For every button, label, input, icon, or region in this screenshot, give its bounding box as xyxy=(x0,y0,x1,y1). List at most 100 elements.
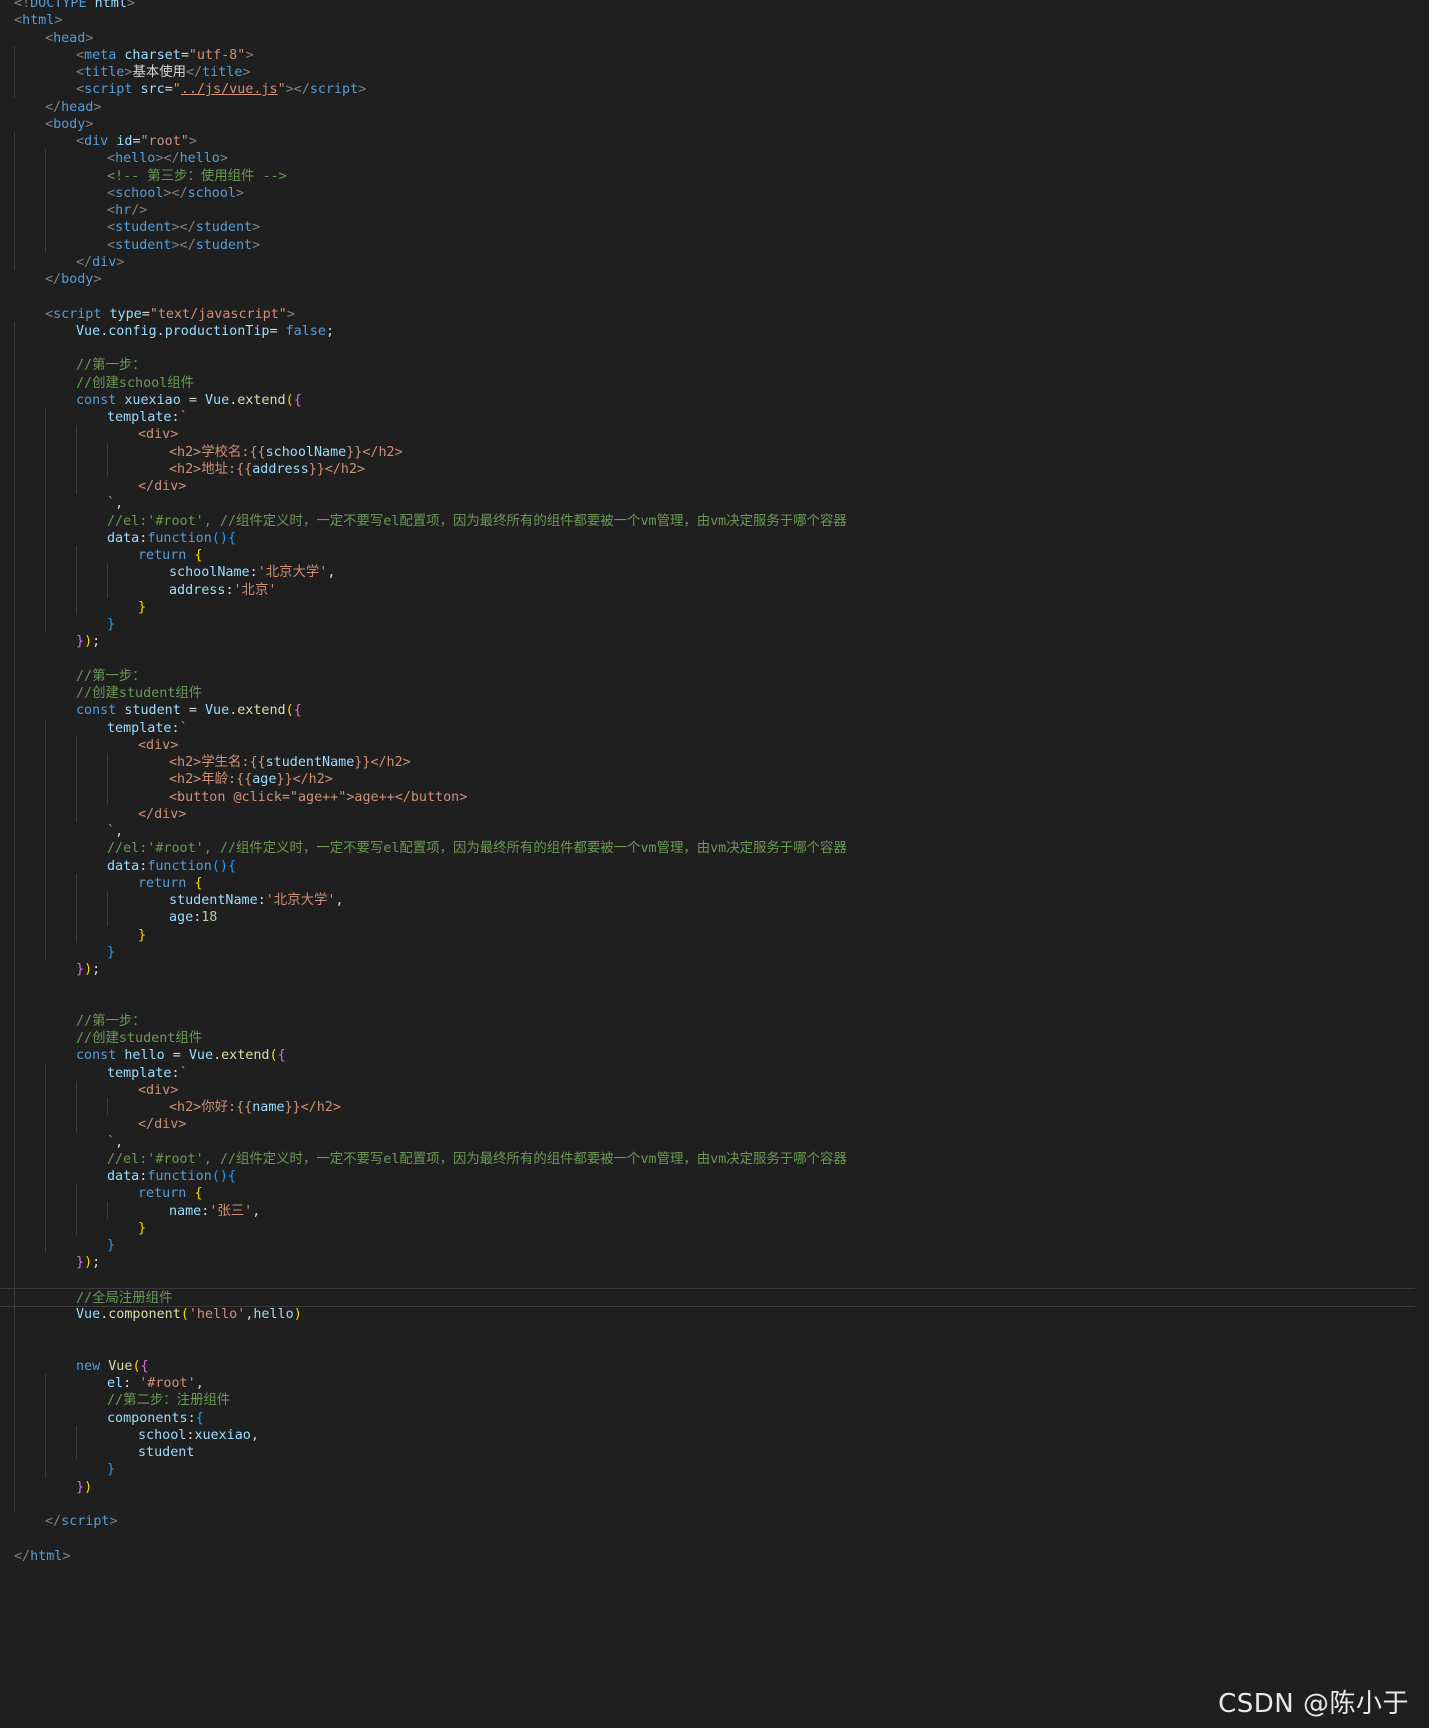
code-line[interactable]: //创建school组件 xyxy=(0,374,1429,393)
code-line[interactable]: <hr/> xyxy=(0,201,1429,220)
code-line[interactable]: //创建student组件 xyxy=(0,1029,1429,1048)
code-line[interactable]: <h2>你好:{{name}}</h2> xyxy=(0,1098,1429,1117)
code-line[interactable] xyxy=(0,1529,1429,1548)
code-line[interactable]: <body> xyxy=(0,115,1429,134)
code-line[interactable]: `, xyxy=(0,494,1429,513)
code-line[interactable]: el: '#root', xyxy=(0,1374,1429,1393)
code-token: . xyxy=(213,1048,222,1064)
code-line[interactable]: <div> xyxy=(0,425,1429,444)
code-token: < xyxy=(45,306,54,322)
code-line[interactable]: </head> xyxy=(0,98,1429,117)
code-line[interactable]: const student = Vue.extend({ xyxy=(0,701,1429,720)
code-line[interactable]: components:{ xyxy=(0,1409,1429,1428)
code-line[interactable]: <h2>年龄:{{age}}</h2> xyxy=(0,770,1429,789)
code-line[interactable]: <!-- 第三步：使用组件 --> xyxy=(0,167,1429,186)
code-line[interactable]: </body> xyxy=(0,270,1429,289)
code-line[interactable]: //el:'#root', //组件定义时，一定不要写el配置项，因为最终所有的… xyxy=(0,1150,1429,1169)
code-line[interactable]: } xyxy=(0,615,1429,634)
code-line[interactable]: } xyxy=(0,1460,1429,1479)
code-line[interactable]: } xyxy=(0,1219,1429,1238)
code-line[interactable]: new Vue({ xyxy=(0,1357,1429,1376)
code-line[interactable]: template:` xyxy=(0,1064,1429,1083)
code-line[interactable]: template:` xyxy=(0,408,1429,427)
code-line[interactable]: //el:'#root', //组件定义时，一定不要写el配置项，因为最终所有的… xyxy=(0,512,1429,531)
code-line[interactable]: //创建student组件 xyxy=(0,684,1429,703)
code-line[interactable]: //第一步： xyxy=(0,667,1429,686)
code-line[interactable]: return { xyxy=(0,546,1429,565)
code-line[interactable]: `, xyxy=(0,822,1429,841)
code-token: '#root' xyxy=(139,1376,196,1391)
code-line[interactable]: studentName:'北京大学', xyxy=(0,891,1429,910)
code-line[interactable]: age:18 xyxy=(0,908,1429,927)
code-line[interactable] xyxy=(0,1495,1429,1514)
code-line[interactable]: </script> xyxy=(0,1512,1429,1531)
code-line[interactable]: <student></student> xyxy=(0,218,1429,237)
code-line[interactable]: </div> xyxy=(0,477,1429,496)
code-line[interactable] xyxy=(0,1271,1429,1290)
code-line[interactable]: <meta charset="utf-8"> xyxy=(0,46,1429,65)
code-line[interactable]: <div id="root"> xyxy=(0,132,1429,151)
code-line[interactable]: <hello></hello> xyxy=(0,149,1429,168)
code-line[interactable]: //全局注册组件 xyxy=(0,1287,1415,1307)
code-line[interactable]: Vue.config.productionTip= false; xyxy=(0,322,1429,341)
code-line[interactable]: }); xyxy=(0,632,1429,651)
code-line[interactable]: //el:'#root', //组件定义时，一定不要写el配置项，因为最终所有的… xyxy=(0,839,1429,858)
code-line[interactable]: data:function(){ xyxy=(0,529,1429,548)
code-token: > xyxy=(54,13,63,29)
code-line[interactable]: //第一步： xyxy=(0,1012,1429,1031)
code-line[interactable]: <script src="../js/vue.js"></script> xyxy=(0,80,1429,99)
code-line[interactable]: return { xyxy=(0,1184,1429,1203)
code-line[interactable]: </div> xyxy=(0,253,1429,272)
code-line[interactable]: <h2>学校名:{{schoolName}}</h2> xyxy=(0,443,1429,462)
code-line[interactable]: schoolName:'北京大学', xyxy=(0,563,1429,582)
code-line[interactable]: <script type="text/javascript"> xyxy=(0,305,1429,324)
code-line[interactable]: `, xyxy=(0,1133,1429,1152)
code-line[interactable] xyxy=(0,339,1429,358)
code-line[interactable]: //第一步： xyxy=(0,356,1429,375)
code-line[interactable] xyxy=(0,977,1429,996)
code-line[interactable] xyxy=(0,995,1429,1014)
code-line[interactable]: template:` xyxy=(0,719,1429,738)
code-line[interactable]: data:function(){ xyxy=(0,1167,1429,1186)
code-line[interactable]: <h2>学生名:{{studentName}}</h2> xyxy=(0,753,1429,772)
code-line[interactable]: <div> xyxy=(0,1081,1429,1100)
code-line[interactable]: } xyxy=(0,926,1429,945)
code-line[interactable]: <school></school> xyxy=(0,184,1429,203)
code-editor[interactable]: <!DOCTYPE html> <html> <head> <meta charset… xyxy=(0,0,1429,1728)
code-line[interactable]: </div> xyxy=(0,805,1429,824)
code-line[interactable]: <h2>地址:{{address}}</h2> xyxy=(0,460,1429,479)
code-token: } xyxy=(138,927,147,943)
code-token: head xyxy=(61,99,94,115)
code-line[interactable] xyxy=(0,287,1429,306)
code-token: div xyxy=(84,134,109,149)
code-line[interactable]: }); xyxy=(0,960,1429,979)
code-token: { xyxy=(227,858,236,874)
code-token: schoolName xyxy=(265,444,347,460)
code-line[interactable]: Vue.component('hello',hello) xyxy=(0,1305,1429,1324)
code-line[interactable]: address:'北京' xyxy=(0,581,1429,600)
code-line[interactable] xyxy=(0,650,1429,669)
code-line[interactable]: const hello = Vue.extend({ xyxy=(0,1046,1429,1065)
code-line[interactable]: }); xyxy=(0,1253,1429,1272)
code-line[interactable]: school:xuexiao, xyxy=(0,1426,1429,1445)
code-line[interactable]: <title>基本使用</title> xyxy=(0,63,1429,82)
code-line[interactable]: }) xyxy=(0,1478,1429,1497)
code-line[interactable]: <student></student> xyxy=(0,236,1429,255)
code-line[interactable]: name:'张三', xyxy=(0,1202,1429,1221)
code-line[interactable]: data:function(){ xyxy=(0,857,1429,876)
code-line[interactable]: <button @click="age++">age++</button> xyxy=(0,788,1429,807)
code-line[interactable]: } xyxy=(0,598,1429,617)
code-line[interactable] xyxy=(0,1322,1429,1341)
code-line[interactable]: } xyxy=(0,1236,1429,1255)
code-line[interactable]: </html> xyxy=(0,1547,1429,1566)
code-line[interactable]: const xuexiao = Vue.extend({ xyxy=(0,391,1429,410)
code-line[interactable]: } xyxy=(0,943,1429,962)
code-line[interactable]: student xyxy=(0,1443,1429,1462)
code-line[interactable]: <div> xyxy=(0,736,1429,755)
code-line[interactable]: <html> xyxy=(0,11,1429,30)
code-line[interactable]: </div> xyxy=(0,1115,1429,1134)
code-line[interactable]: return { xyxy=(0,874,1429,893)
code-line[interactable] xyxy=(0,1340,1429,1359)
code-line[interactable]: <head> xyxy=(0,29,1429,48)
code-line[interactable]: //第二步：注册组件 xyxy=(0,1391,1429,1410)
